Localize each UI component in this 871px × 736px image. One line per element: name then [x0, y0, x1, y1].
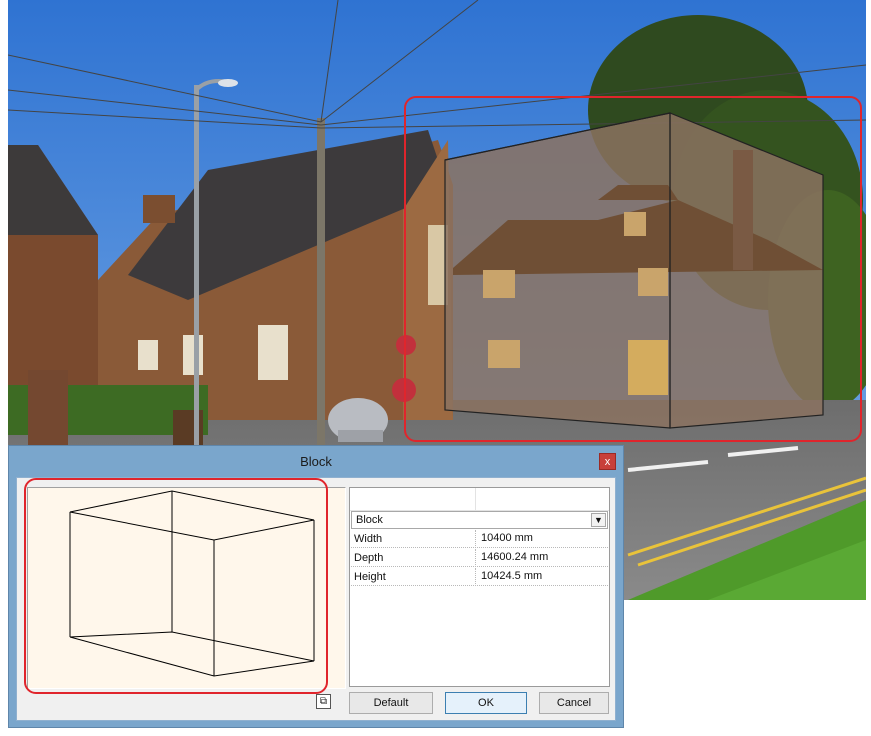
- chevron-down-icon[interactable]: ▼: [591, 513, 606, 527]
- property-grid-header: [350, 488, 609, 511]
- preview-highlight-frame: [24, 478, 328, 694]
- property-row-width[interactable]: Width 10400 mm: [351, 530, 608, 548]
- close-icon[interactable]: x: [599, 453, 616, 470]
- property-grid: Block ▼ Width 10400 mm Depth 14600.24 mm…: [349, 487, 610, 687]
- block-type-value: Block: [356, 514, 383, 526]
- property-label: Width: [354, 533, 383, 545]
- property-label: Depth: [354, 552, 384, 564]
- 3d-view-icon[interactable]: ⧉: [316, 694, 331, 709]
- dialog-title: Block: [300, 454, 332, 469]
- default-button[interactable]: Default: [349, 692, 433, 714]
- property-row-depth[interactable]: Depth 14600.24 mm: [351, 549, 608, 567]
- property-label: Height: [354, 571, 386, 583]
- property-row-height[interactable]: Height 10424.5 mm: [351, 568, 608, 586]
- model-highlight-frame: [404, 96, 862, 442]
- block-type-select[interactable]: Block ▼: [351, 511, 608, 529]
- dialog-titlebar[interactable]: Block x: [9, 446, 623, 476]
- ok-button[interactable]: OK: [445, 692, 527, 714]
- height-value[interactable]: 10424.5 mm: [481, 570, 542, 582]
- depth-value[interactable]: 14600.24 mm: [481, 551, 548, 563]
- width-value[interactable]: 10400 mm: [481, 532, 533, 544]
- cancel-button[interactable]: Cancel: [539, 692, 609, 714]
